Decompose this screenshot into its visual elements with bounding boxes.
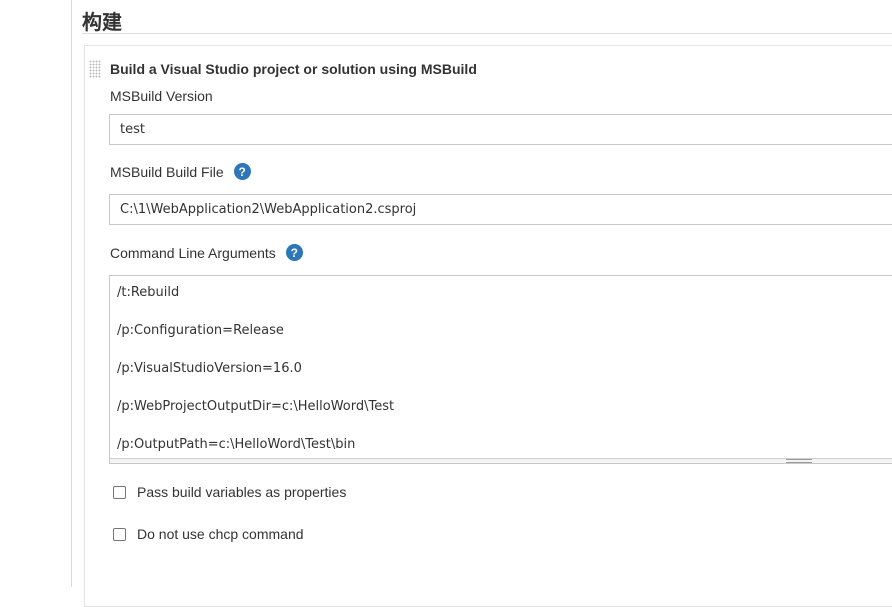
section-divider	[82, 33, 892, 34]
argument-line: /p:OutputPath=c:\HelloWord\Test\bin	[117, 437, 356, 452]
argument-line: /p:VisualStudioVersion=16.0	[117, 361, 302, 376]
textarea-resize-bar	[110, 458, 892, 463]
section-title: 构建	[82, 10, 122, 34]
build-step-title: Build a Visual Studio project or solutio…	[110, 61, 477, 77]
no-chcp-option[interactable]: Do not use chcp command	[113, 526, 304, 542]
no-chcp-checkbox[interactable]	[113, 527, 126, 541]
msbuild-version-label-text: MSBuild Version	[110, 88, 213, 104]
pass-build-variables-label: Pass build variables as properties	[137, 484, 347, 500]
resize-grip-icon[interactable]	[786, 459, 812, 463]
msbuild-build-file-label-text: MSBuild Build File	[110, 163, 224, 180]
msbuild-version-select[interactable]: test	[109, 114, 892, 145]
no-chcp-label: Do not use chcp command	[137, 526, 304, 542]
command-line-arguments-label: Command Line Arguments ?	[110, 244, 303, 261]
help-icon[interactable]: ?	[285, 244, 303, 261]
msbuild-version-label: MSBuild Version	[110, 88, 213, 104]
pass-build-variables-option[interactable]: Pass build variables as properties	[113, 484, 346, 500]
argument-line: /t:Rebuild	[117, 285, 180, 300]
msbuild-build-file-input[interactable]: C:\1\WebApplication2\WebApplication2.csp…	[109, 194, 892, 225]
command-line-arguments-textarea[interactable]: /t:Rebuild /p:Configuration=Release /p:V…	[109, 275, 892, 464]
help-icon[interactable]: ?	[233, 163, 251, 180]
argument-line: /p:WebProjectOutputDir=c:\HelloWord\Test	[117, 399, 395, 414]
drag-handle-icon[interactable]	[89, 60, 101, 78]
command-line-arguments-label-text: Command Line Arguments	[110, 244, 276, 261]
left-rail-divider	[71, 0, 72, 587]
argument-line: /p:Configuration=Release	[117, 323, 284, 338]
msbuild-build-file-label: MSBuild Build File ?	[110, 163, 251, 180]
pass-build-variables-checkbox[interactable]	[113, 485, 126, 499]
